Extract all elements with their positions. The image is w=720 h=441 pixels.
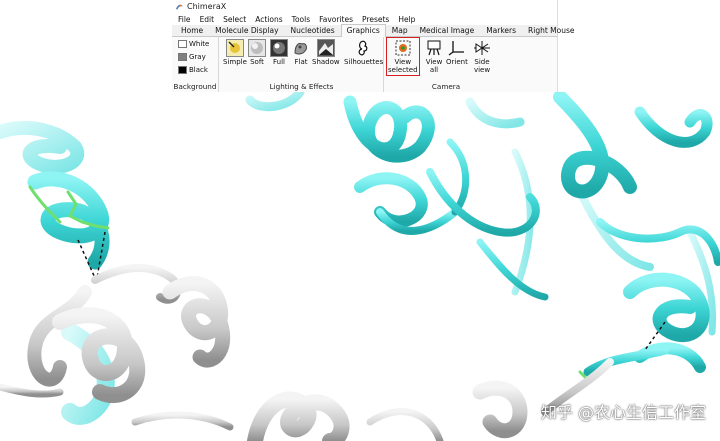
menu-actions[interactable]: Actions [255,15,282,24]
view-all-icon [427,40,441,56]
flat-lighting-icon [294,42,307,55]
shadow-icon [316,39,335,57]
soft-lighting-icon [248,39,266,57]
white-swatch [178,40,187,48]
tab-medical-image[interactable]: Medical Image [414,24,481,36]
orient-button[interactable]: Orient [446,39,468,66]
tab-graphics[interactable]: Graphics [340,24,386,37]
flat-label: Flat [294,58,308,66]
background-black-label: Black [189,66,208,74]
side-view-icon [474,41,490,55]
view-all-button[interactable]: View all [425,39,443,74]
simple-lighting-button[interactable]: Simple [223,39,247,66]
background-group-label: Background [173,82,217,91]
side-view-line1: Side [474,58,490,66]
lighting-effects-group: Simple Soft Full Flat Shadow Silhouettes [220,37,384,92]
camera-group-label: Camera [431,82,461,91]
silhouettes-button[interactable]: Silhouettes [344,39,383,66]
background-gray-option[interactable]: Gray [178,53,206,61]
menu-select[interactable]: Select [223,15,246,24]
background-gray-label: Gray [189,53,206,61]
full-lighting-button[interactable]: Full [270,39,288,66]
background-white-label: White [189,40,210,48]
tab-right-mouse[interactable]: Right Mouse [522,24,580,36]
orient-axes-icon [448,41,464,56]
chimerax-window: ChimeraX File Edit Select Actions Tools … [172,0,575,92]
view-selected-line1: View [394,58,412,66]
selected-residue-sticks [28,185,592,384]
silhouettes-label: Silhouettes [344,58,384,66]
tab-markers[interactable]: Markers [480,24,522,36]
pale-cyan-strands [245,92,717,336]
menu-file[interactable]: File [178,15,191,24]
tab-home[interactable]: Home [175,24,209,36]
camera-group: View selected View all Orient Side view … [385,37,507,92]
shadow-button[interactable]: Shadow [312,39,340,66]
protein-cartoon-render [0,92,720,441]
side-view-line2: view [473,66,491,74]
background-black-option[interactable]: Black [178,66,208,74]
view-selected-icon [395,40,411,56]
graphics-ribbon: White Gray Black Background Simple Soft [172,37,557,92]
menu-presets[interactable]: Presets [362,15,389,24]
menu-tools[interactable]: Tools [292,15,310,24]
tab-nucleotides[interactable]: Nucleotides [285,24,341,36]
menu-edit[interactable]: Edit [200,15,215,24]
soft-lighting-button[interactable]: Soft [248,39,266,66]
background-white-option[interactable]: White [178,40,209,48]
tab-map[interactable]: Map [386,24,414,36]
lighting-group-label: Lighting & Effects [269,82,334,91]
view-all-line1: View [425,58,443,66]
menu-favorites[interactable]: Favorites [319,15,353,24]
full-lighting-icon [270,39,288,57]
view-all-line2: all [429,66,439,74]
black-swatch [178,66,187,74]
silhouettes-icon [358,40,368,56]
gray-swatch [178,53,187,61]
flat-lighting-button[interactable]: Flat [292,39,310,66]
tab-molecule-display[interactable]: Molecule Display [209,24,284,36]
view-selected-button[interactable]: View selected [386,37,420,76]
shadow-label: Shadow [312,58,340,66]
simple-label: Simple [223,58,247,66]
side-view-button[interactable]: Side view [473,39,491,74]
chimerax-logo-icon [175,4,184,10]
ribbon-tab-bar: Home Molecule Display Nucleotides Graphi… [172,24,575,37]
title-bar: ChimeraX [172,0,557,13]
full-label: Full [273,58,285,66]
simple-lighting-icon [225,39,244,57]
menu-help[interactable]: Help [398,15,415,24]
watermark-text: 知乎 @农心生信工作室 [540,403,706,422]
graphics-viewport[interactable]: 知乎 @农心生信工作室 [0,92,720,441]
orient-label: Orient [446,58,468,66]
background-group: White Gray Black Background [172,37,219,92]
cyan-ribbons-upper-right [343,92,720,377]
view-selected-line2: selected [388,66,418,74]
window-title: ChimeraX [187,2,227,11]
soft-label: Soft [250,58,264,66]
